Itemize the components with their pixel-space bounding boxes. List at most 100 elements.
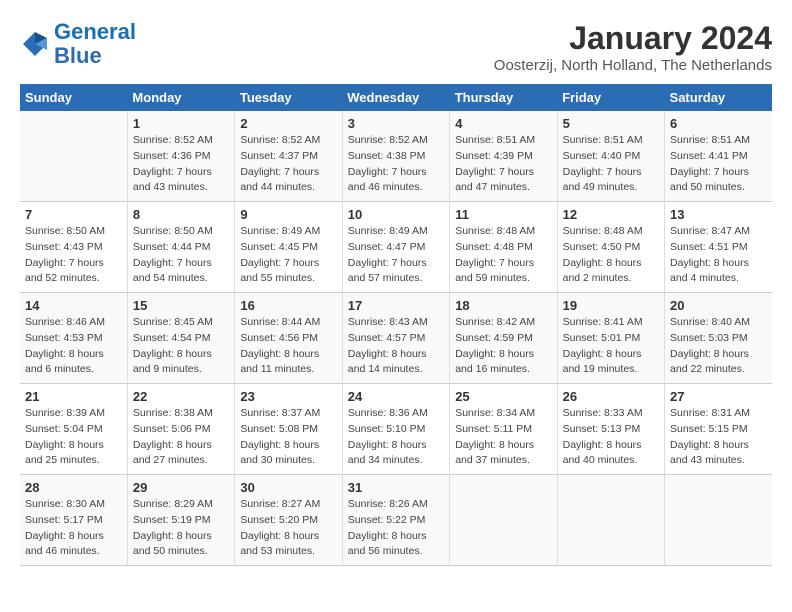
cell-week4-day7: 27Sunrise: 8:31 AMSunset: 5:15 PMDayligh… [665,384,772,475]
day-info: Sunrise: 8:48 AMSunset: 4:48 PMDaylight:… [455,224,551,287]
cell-week2-day1: 7 Sunrise: 8:50 AMSunset: 4:43 PMDaylight… [20,202,127,293]
cell-week3-day7: 20 Sunrise: 8:40 AMSunset: 5:03 PMDayligh… [665,293,772,384]
day-info: Sunrise: 8:45 AMSunset: 4:54 PMDaylight:… [133,315,229,378]
day-number: 20 [670,298,767,313]
day-number: 3 [348,116,444,131]
day-number: 6 [670,116,767,131]
day-number: 14 [25,298,122,313]
cell-week1-day2: 1 Sunrise: 8:52 AMSunset: 4:36 PMDaylight… [127,111,234,202]
day-number: 10 [348,207,444,222]
logo-line2: Blue [54,43,102,68]
day-info: Sunrise: 8:27 AMSunset: 5:20 PMDaylight:… [240,497,336,560]
cell-week4-day1: 21 Sunrise: 8:39 AMSunset: 5:04 PMDayligh… [20,384,127,475]
day-info: Sunrise: 8:39 AMSunset: 5:04 PMDaylight:… [25,406,122,469]
cell-week2-day5: 11 Sunrise: 8:48 AMSunset: 4:48 PMDayligh… [450,202,557,293]
day-number: 15 [133,298,229,313]
cell-week1-day3: 2 Sunrise: 8:52 AMSunset: 4:37 PMDaylight… [235,111,342,202]
day-number: 13 [670,207,767,222]
day-info: Sunrise: 8:43 AMSunset: 4:57 PMDaylight:… [348,315,444,378]
day-info: Sunrise: 8:49 AMSunset: 4:45 PMDaylight:… [240,224,336,287]
cell-week3-day4: 17 Sunrise: 8:43 AMSunset: 4:57 PMDayligh… [342,293,449,384]
cell-week5-day1: 28 Sunrise: 8:30 AMSunset: 5:17 PMDayligh… [20,475,127,566]
day-info: Sunrise: 8:50 AMSunset: 4:43 PMDaylight:… [25,224,122,287]
week-row-4: 21 Sunrise: 8:39 AMSunset: 5:04 PMDayligh… [20,384,772,475]
logo: General Blue [20,20,136,68]
week-row-2: 7 Sunrise: 8:50 AMSunset: 4:43 PMDaylight… [20,202,772,293]
day-info: Sunrise: 8:46 AMSunset: 4:53 PMDaylight:… [25,315,122,378]
cell-week1-day7: 6 Sunrise: 8:51 AMSunset: 4:41 PMDaylight… [665,111,772,202]
day-info: Sunrise: 8:52 AMSunset: 4:37 PMDaylight:… [240,133,336,196]
day-info: Sunrise: 8:30 AMSunset: 5:17 PMDaylight:… [25,497,122,560]
cell-week2-day7: 13 Sunrise: 8:47 AMSunset: 4:51 PMDayligh… [665,202,772,293]
day-info: Sunrise: 8:44 AMSunset: 4:56 PMDaylight:… [240,315,336,378]
day-info: Sunrise: 8:36 AMSunset: 5:10 PMDaylight:… [348,406,444,469]
cell-week4-day5: 25 Sunrise: 8:34 AMSunset: 5:11 PMDayligh… [450,384,557,475]
day-info: Sunrise: 8:49 AMSunset: 4:47 PMDaylight:… [348,224,444,287]
day-info: Sunrise: 8:48 AMSunset: 4:50 PMDaylight:… [563,224,659,287]
week-row-5: 28 Sunrise: 8:30 AMSunset: 5:17 PMDayligh… [20,475,772,566]
cell-week3-day1: 14 Sunrise: 8:46 AMSunset: 4:53 PMDayligh… [20,293,127,384]
day-info: Sunrise: 8:50 AMSunset: 4:44 PMDaylight:… [133,224,229,287]
day-number: 2 [240,116,336,131]
day-number: 23 [240,389,336,404]
header-wednesday: Wednesday [342,84,449,111]
week-row-1: 1 Sunrise: 8:52 AMSunset: 4:36 PMDaylight… [20,111,772,202]
day-info: Sunrise: 8:47 AMSunset: 4:51 PMDaylight:… [670,224,767,287]
day-info: Sunrise: 8:26 AMSunset: 5:22 PMDaylight:… [348,497,444,560]
day-number: 7 [25,207,122,222]
day-number: 31 [348,480,444,495]
day-info: Sunrise: 8:52 AMSunset: 4:36 PMDaylight:… [133,133,229,196]
day-number: 11 [455,207,551,222]
cell-week5-day2: 29 Sunrise: 8:29 AMSunset: 5:19 PMDayligh… [127,475,234,566]
day-number: 28 [25,480,122,495]
cell-week1-day4: 3 Sunrise: 8:52 AMSunset: 4:38 PMDaylight… [342,111,449,202]
day-number: 22 [133,389,229,404]
day-number: 25 [455,389,551,404]
header-sunday: Sunday [20,84,127,111]
calendar-header: SundayMondayTuesdayWednesdayThursdayFrid… [20,84,772,111]
title-block: January 2024 Oosterzij, North Holland, T… [494,20,772,74]
day-info: Sunrise: 8:51 AMSunset: 4:41 PMDaylight:… [670,133,767,196]
cell-week4-day3: 23 Sunrise: 8:37 AMSunset: 5:08 PMDayligh… [235,384,342,475]
day-info: Sunrise: 8:41 AMSunset: 5:01 PMDaylight:… [563,315,659,378]
cell-week5-day6 [557,475,664,566]
cell-week2-day2: 8Sunrise: 8:50 AMSunset: 4:44 PMDaylight… [127,202,234,293]
cell-week5-day7 [665,475,772,566]
cell-week2-day3: 9 Sunrise: 8:49 AMSunset: 4:45 PMDaylight… [235,202,342,293]
day-number: 5 [563,116,659,131]
cell-week1-day5: 4Sunrise: 8:51 AMSunset: 4:39 PMDaylight… [450,111,557,202]
cell-week4-day2: 22 Sunrise: 8:38 AMSunset: 5:06 PMDayligh… [127,384,234,475]
cell-week5-day5 [450,475,557,566]
day-info: Sunrise: 8:51 AMSunset: 4:40 PMDaylight:… [563,133,659,196]
day-info: Sunrise: 8:52 AMSunset: 4:38 PMDaylight:… [348,133,444,196]
cell-week2-day6: 12Sunrise: 8:48 AMSunset: 4:50 PMDayligh… [557,202,664,293]
day-info: Sunrise: 8:40 AMSunset: 5:03 PMDaylight:… [670,315,767,378]
logo-line1: General [54,19,136,44]
header-row: SundayMondayTuesdayWednesdayThursdayFrid… [20,84,772,111]
day-info: Sunrise: 8:51 AMSunset: 4:39 PMDaylight:… [455,133,551,196]
cell-week3-day2: 15 Sunrise: 8:45 AMSunset: 4:54 PMDayligh… [127,293,234,384]
day-number: 9 [240,207,336,222]
day-number: 29 [133,480,229,495]
day-number: 26 [563,389,659,404]
day-number: 30 [240,480,336,495]
calendar-table: SundayMondayTuesdayWednesdayThursdayFrid… [20,84,772,566]
header-saturday: Saturday [665,84,772,111]
day-number: 16 [240,298,336,313]
cell-week1-day1 [20,111,127,202]
day-info: Sunrise: 8:29 AMSunset: 5:19 PMDaylight:… [133,497,229,560]
day-info: Sunrise: 8:37 AMSunset: 5:08 PMDaylight:… [240,406,336,469]
cell-week3-day5: 18 Sunrise: 8:42 AMSunset: 4:59 PMDayligh… [450,293,557,384]
day-number: 19 [563,298,659,313]
day-number: 27 [670,389,767,404]
day-info: Sunrise: 8:42 AMSunset: 4:59 PMDaylight:… [455,315,551,378]
logo-icon [20,29,50,59]
day-number: 17 [348,298,444,313]
day-number: 1 [133,116,229,131]
cell-week5-day4: 31 Sunrise: 8:26 AMSunset: 5:22 PMDayligh… [342,475,449,566]
day-number: 21 [25,389,122,404]
header-tuesday: Tuesday [235,84,342,111]
day-info: Sunrise: 8:34 AMSunset: 5:11 PMDaylight:… [455,406,551,469]
day-number: 18 [455,298,551,313]
day-info: Sunrise: 8:38 AMSunset: 5:06 PMDaylight:… [133,406,229,469]
